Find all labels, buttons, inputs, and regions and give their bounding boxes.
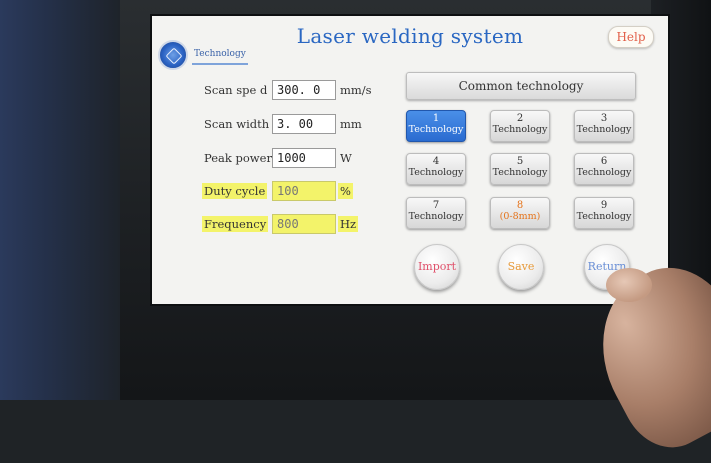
technology-button-7[interactable]: 7 Technology <box>406 197 466 229</box>
param-label: Frequency <box>202 216 269 232</box>
technology-label: Technology <box>576 167 632 178</box>
technology-button-6[interactable]: 6 Technology <box>574 153 634 185</box>
param-value-input[interactable]: 100 <box>272 181 336 201</box>
touch-screen: Laser welding system Help Technology Sca… <box>150 14 670 306</box>
common-technology-button[interactable]: Common technology <box>406 72 636 100</box>
technology-number: 1 <box>432 113 440 124</box>
technology-label: Technology <box>576 211 632 222</box>
technology-badge[interactable]: Technology <box>158 40 258 70</box>
technology-button-9[interactable]: 9 Technology <box>574 197 634 229</box>
technology-button-3[interactable]: 3 Technology <box>574 110 634 142</box>
technology-number: 8 <box>516 200 524 211</box>
finger-tip <box>606 268 652 302</box>
technology-button-1[interactable]: 1 Technology <box>406 110 466 142</box>
param-value-input[interactable]: 3. 00 <box>272 114 336 134</box>
technology-button-5[interactable]: 5 Technology <box>490 153 550 185</box>
technology-number: 9 <box>600 200 608 211</box>
technology-label: Technology <box>492 124 548 135</box>
technology-button-4[interactable]: 4 Technology <box>406 153 466 185</box>
param-label: Scan width <box>204 117 270 131</box>
technology-label: Technology <box>576 124 632 135</box>
badge-underline <box>192 63 248 65</box>
technology-label: Technology <box>408 211 464 222</box>
help-button[interactable]: Help <box>608 26 654 48</box>
technology-button-2[interactable]: 2 Technology <box>490 110 550 142</box>
save-button[interactable]: Save <box>498 244 544 290</box>
technology-button-8[interactable]: 8 (0-8mm) <box>490 197 550 229</box>
technology-number: 4 <box>432 156 440 167</box>
param-value-input[interactable]: 1000 <box>272 148 336 168</box>
technology-number: 6 <box>600 156 608 167</box>
technology-label: Technology <box>408 124 464 135</box>
import-button[interactable]: Import <box>414 244 460 290</box>
param-unit: mm <box>340 117 362 131</box>
param-label: Peak power <box>204 151 272 165</box>
technology-number: 3 <box>600 113 608 124</box>
technology-label: (0-8mm) <box>499 211 541 222</box>
technology-label: Technology <box>492 167 548 178</box>
technology-logo-icon <box>158 40 188 70</box>
technology-number: 7 <box>432 200 440 211</box>
technology-label: Technology <box>408 167 464 178</box>
device-side-left <box>0 0 120 400</box>
param-unit: % <box>338 183 353 199</box>
param-label: Scan spe d <box>204 83 268 97</box>
param-value-input[interactable]: 800 <box>272 214 336 234</box>
param-unit: Hz <box>338 216 359 232</box>
technology-badge-label: Technology <box>194 49 246 59</box>
technology-number: 5 <box>516 156 524 167</box>
technology-number: 2 <box>516 113 524 124</box>
param-value-input[interactable]: 300. 0 <box>272 80 336 100</box>
param-unit: W <box>340 151 352 165</box>
param-label: Duty cycle <box>202 183 268 199</box>
param-unit: mm/s <box>340 83 372 97</box>
